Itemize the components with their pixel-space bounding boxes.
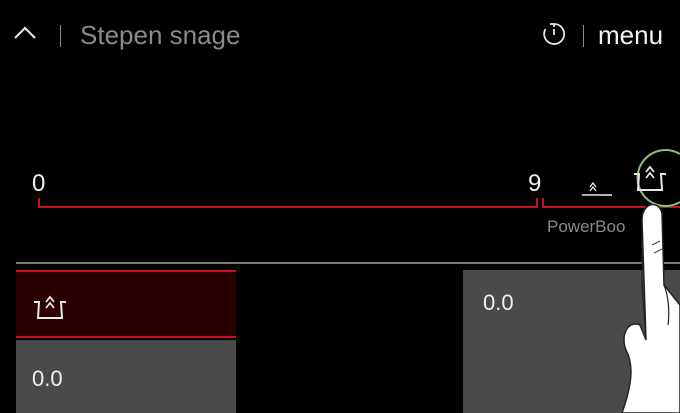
power-slider-track[interactable] bbox=[38, 206, 538, 208]
slider-min-tick bbox=[38, 198, 40, 208]
zone-right-value: 0.0 bbox=[483, 290, 514, 315]
timer-icon bbox=[543, 23, 566, 45]
boost-tick bbox=[542, 198, 544, 208]
slider-max-label: 9 bbox=[528, 170, 542, 197]
zone-left-value: 0.0 bbox=[32, 366, 63, 391]
menu-separator bbox=[583, 25, 584, 47]
menu-button[interactable]: menu bbox=[598, 22, 663, 48]
slider-min-label: 0 bbox=[32, 170, 46, 197]
back-button[interactable] bbox=[10, 18, 40, 48]
pot-heat-small-icon[interactable] bbox=[578, 178, 614, 202]
hand-pointer-icon bbox=[621, 203, 680, 413]
chevron-up-icon bbox=[14, 26, 36, 39]
powerboost-icon bbox=[34, 295, 66, 319]
zone-left-value-panel[interactable]: 0.0 bbox=[16, 340, 236, 413]
header: Stepen snage menu bbox=[0, 0, 680, 60]
slider-max-tick bbox=[536, 198, 538, 208]
header-separator bbox=[60, 25, 61, 47]
section-divider bbox=[16, 262, 680, 264]
timer-button[interactable] bbox=[540, 20, 568, 48]
zone-left-header[interactable] bbox=[16, 270, 236, 338]
page-title: Stepen snage bbox=[80, 20, 241, 50]
